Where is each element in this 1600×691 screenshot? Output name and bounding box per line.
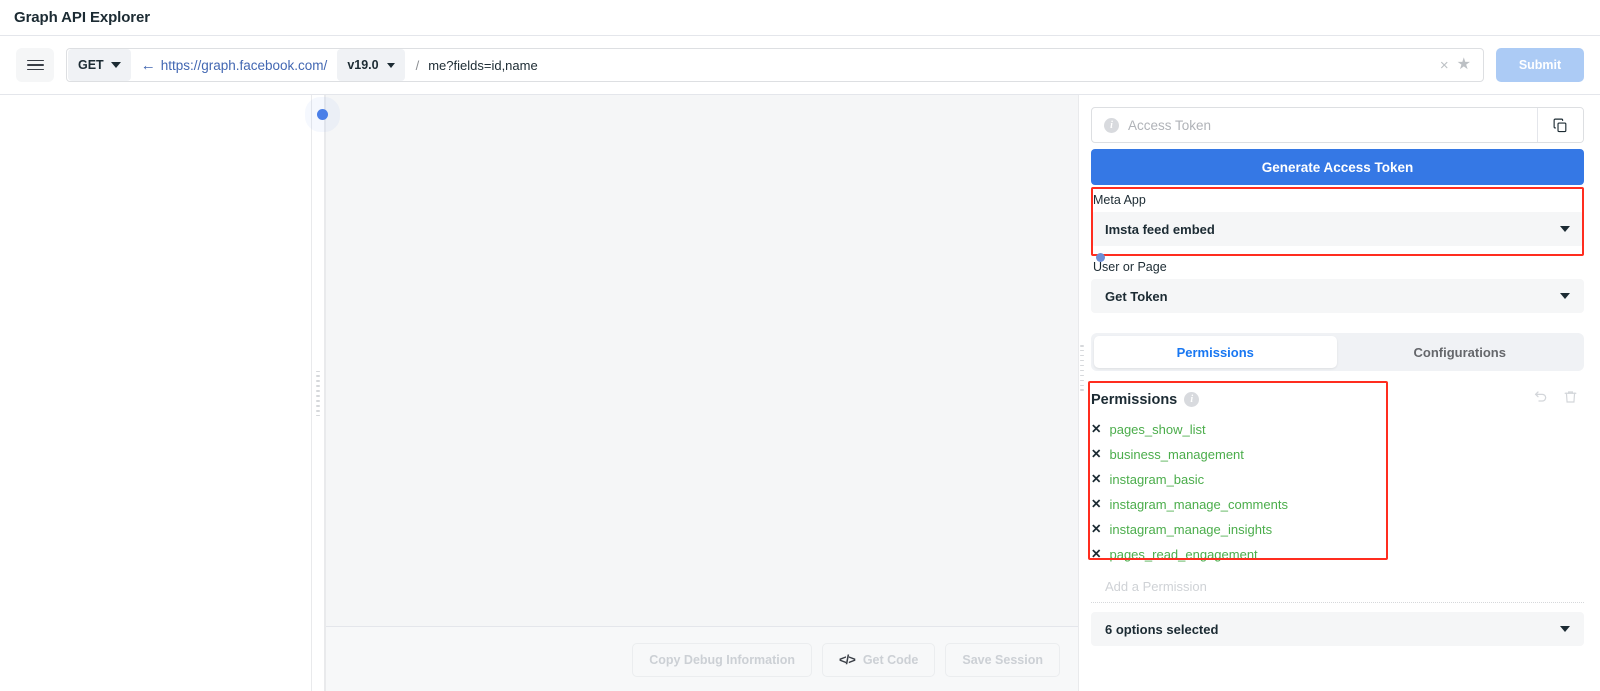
add-permission-placeholder[interactable]: Add a Permission xyxy=(1091,579,1584,594)
meta-app-label: Meta App xyxy=(1093,193,1146,207)
list-item: ✕ pages_show_list xyxy=(1091,418,1584,440)
meta-app-select[interactable]: Imsta feed embed xyxy=(1091,212,1584,246)
permission-name: instagram_basic xyxy=(1109,471,1205,487)
copy-icon[interactable] xyxy=(1537,108,1583,142)
page-title: Graph API Explorer xyxy=(14,9,151,26)
response-output-area[interactable] xyxy=(317,95,1078,626)
remove-permission-icon[interactable]: ✕ xyxy=(1091,548,1101,561)
tab-permissions[interactable]: Permissions xyxy=(1094,336,1337,368)
info-icon[interactable]: i xyxy=(1184,392,1200,407)
left-splitter-handle[interactable] xyxy=(311,95,325,691)
meta-app-selected-value: Imsta feed embed xyxy=(1105,221,1215,237)
api-version-select[interactable]: v19.0 xyxy=(337,49,405,81)
list-item: ✕ business_management xyxy=(1091,443,1584,465)
list-item: ✕ instagram_manage_insights xyxy=(1091,518,1584,540)
permission-name: pages_show_list xyxy=(1109,421,1206,437)
access-token-input[interactable] xyxy=(1128,117,1525,133)
settings-tabs: Permissions Configurations xyxy=(1091,333,1584,371)
cursor-marker-dot xyxy=(317,109,328,120)
permissions-divider xyxy=(1091,602,1584,603)
undo-icon[interactable] xyxy=(1533,389,1549,410)
access-token-heading: Access Token xyxy=(1091,95,1584,98)
chevron-down-icon xyxy=(1560,226,1570,232)
user-or-page-label: User or Page xyxy=(1093,260,1167,274)
user-or-page-selected-value: Get Token xyxy=(1105,288,1168,304)
remove-permission-icon[interactable]: ✕ xyxy=(1091,498,1101,511)
save-session-button[interactable]: Save Session xyxy=(945,642,1060,677)
user-or-page-select[interactable]: Get Token xyxy=(1091,279,1584,313)
permissions-header: Permissions i xyxy=(1091,389,1584,410)
permission-name: instagram_manage_comments xyxy=(1109,496,1288,512)
generate-access-token-button[interactable]: Generate Access Token xyxy=(1091,149,1584,185)
hamburger-icon[interactable] xyxy=(16,48,54,82)
permissions-block: Permissions i ✕ pages_show_list ✕ busine… xyxy=(1088,381,1584,646)
back-arrow-icon[interactable]: ← xyxy=(141,58,156,73)
submit-button[interactable]: Submit xyxy=(1496,48,1584,82)
permissions-tools xyxy=(1533,389,1584,410)
list-item: ✕ instagram_manage_comments xyxy=(1091,493,1584,515)
clear-icon[interactable]: × xyxy=(1432,58,1457,73)
api-version-label: v19.0 xyxy=(347,58,379,72)
remove-permission-icon[interactable]: ✕ xyxy=(1091,523,1101,536)
permissions-title: Permissions xyxy=(1091,391,1178,408)
list-item: ✕ pages_read_engagement xyxy=(1091,543,1584,565)
meta-app-field: Meta App Imsta feed embed xyxy=(1091,187,1584,262)
trash-icon[interactable] xyxy=(1563,389,1578,410)
http-method-select[interactable]: GET xyxy=(68,49,131,81)
info-icon[interactable]: i xyxy=(1104,117,1119,133)
list-item: ✕ instagram_basic xyxy=(1091,468,1584,490)
permissions-header-left: Permissions i xyxy=(1091,391,1200,408)
star-icon[interactable]: ★ xyxy=(1457,57,1483,73)
get-code-label: Get Code xyxy=(862,652,919,667)
remove-permission-icon[interactable]: ✕ xyxy=(1091,448,1101,461)
request-bar: GET ← https://graph.facebook.com/ v19.0 … xyxy=(0,36,1600,94)
access-token-row: i xyxy=(1091,107,1584,143)
chevron-down-icon xyxy=(386,62,395,68)
remove-permission-icon[interactable]: ✕ xyxy=(1091,423,1101,436)
chevron-down-icon xyxy=(1560,293,1570,299)
permission-name: business_management xyxy=(1109,446,1244,462)
permission-name: pages_read_engagement xyxy=(1109,546,1258,562)
permission-name: instagram_manage_insights xyxy=(1109,521,1273,537)
http-method-label: GET xyxy=(78,58,104,72)
tab-configurations[interactable]: Configurations xyxy=(1339,336,1582,368)
code-icon: </> xyxy=(839,652,856,667)
access-token-input-wrap: i xyxy=(1092,108,1537,142)
remove-permission-icon[interactable]: ✕ xyxy=(1091,473,1101,486)
right-settings-pane: Access Token i Generate Access Token Met… xyxy=(1078,95,1600,691)
copy-debug-information-button[interactable]: Copy Debug Information xyxy=(632,642,813,677)
permissions-list: ✕ pages_show_list ✕ business_management … xyxy=(1091,418,1584,587)
user-or-page-field: User or Page Get Token xyxy=(1091,260,1584,313)
workspace: Copy Debug Information </> Get Code Save… xyxy=(0,95,1600,691)
request-path-input[interactable] xyxy=(428,49,1432,81)
response-action-bar: Copy Debug Information </> Get Code Save… xyxy=(326,626,1078,691)
app-titlebar: Graph API Explorer xyxy=(0,0,1600,35)
url-shell: GET ← https://graph.facebook.com/ v19.0 … xyxy=(66,48,1484,82)
path-separator: / xyxy=(415,57,420,73)
grip-dots-icon xyxy=(316,370,320,417)
host-url-label: https://graph.facebook.com/ xyxy=(160,57,328,73)
chevron-down-icon xyxy=(1560,626,1570,632)
get-code-button[interactable]: </> Get Code xyxy=(822,642,936,677)
left-pane xyxy=(0,95,311,691)
options-selected-label: 6 options selected xyxy=(1105,621,1219,637)
right-splitter-handle[interactable] xyxy=(1080,345,1084,391)
chevron-down-icon xyxy=(110,62,121,68)
options-selected-select[interactable]: 6 options selected xyxy=(1091,612,1584,646)
response-pane: Copy Debug Information </> Get Code Save… xyxy=(317,95,1078,691)
